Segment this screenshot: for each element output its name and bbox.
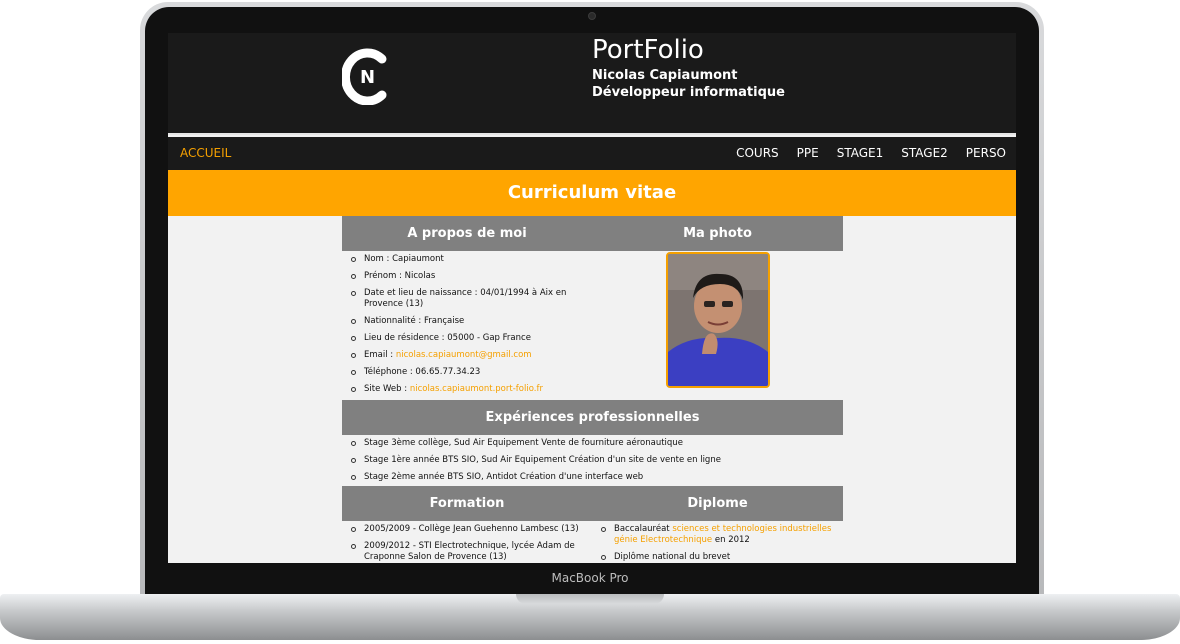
owner-name: Nicolas Capiaumont [592,68,738,83]
list-item: 2009/2012 - STI Electrotechnique, lycée … [342,541,592,563]
laptop-model-label: MacBook Pro [551,571,629,585]
nav-link-accueil[interactable]: ACCUEIL [180,146,231,160]
list-item: Date et lieu de naissance : 04/01/1994 à… [342,288,592,310]
list-item: Baccalauréat sciences et technologies in… [592,524,843,546]
site-title: PortFolio [592,35,704,65]
list-item: Lieu de résidence : 05000 - Gap France [342,333,592,344]
cv-banner-title: Curriculum vitae [168,170,1016,216]
list-item: Stage 1ère année BTS SIO, Sud Air Equipe… [342,455,843,466]
list-item: 2005/2009 - Collège Jean Guehenno Lambes… [342,524,592,535]
list-item: Stage 3ème collège, Sud Air Equipement V… [342,438,843,449]
about-heading: A propos de moi [342,216,592,251]
browser-viewport: N PortFolio Nicolas Capiaumont Développe… [168,33,1016,563]
website-link[interactable]: nicolas.capiaumont.port-folio.fr [410,384,543,394]
profile-photo [666,252,770,388]
photo-heading: Ma photo [592,216,843,251]
diplome-list: Baccalauréat sciences et technologies in… [592,524,843,563]
experience-heading: Expériences professionnelles [342,400,843,435]
about-list: Nom : Capiaumont Prénom : Nicolas Date e… [342,254,592,395]
formation-list: 2005/2009 - Collège Jean Guehenno Lambes… [342,524,592,563]
nav-link-cours[interactable]: COURS [736,146,779,160]
list-item: Diplôme national du brevet [592,552,843,563]
nav-link-perso[interactable]: PERSO [966,146,1006,160]
cv-content: A propos de moi Ma photo Nom : Capiaumon… [342,216,843,563]
diplome-heading: Diplome [592,486,843,521]
email-link[interactable]: nicolas.capiaumont@gmail.com [396,350,532,360]
experience-list: Stage 3ème collège, Sud Air Equipement V… [342,438,843,483]
laptop-opening-notch [516,594,664,604]
profile-photo-image [668,254,768,386]
webcam-icon [588,12,596,20]
main-navigation: ACCUEIL COURS PPE STAGE1 STAGE2 PERSO [168,137,1016,170]
formation-heading: Formation [342,486,592,521]
owner-job-title: Développeur informatique [592,85,785,100]
list-item: Nationnalité : Française [342,316,592,327]
list-item: Email : nicolas.capiaumont@gmail.com [342,350,592,361]
list-item: Nom : Capiaumont [342,254,592,265]
nav-links: COURS PPE STAGE1 STAGE2 PERSO [736,146,1006,160]
list-item: Téléphone : 06.65.77.34.23 [342,367,592,378]
list-item: Prénom : Nicolas [342,271,592,282]
nav-link-stage1[interactable]: STAGE1 [837,146,884,160]
list-item: Site Web : nicolas.capiaumont.port-folio… [342,384,592,395]
cn-monogram-logo-icon: N [342,48,387,105]
svg-text:N: N [360,67,375,88]
nav-link-stage2[interactable]: STAGE2 [901,146,948,160]
nav-link-ppe[interactable]: PPE [797,146,819,160]
site-header: N PortFolio Nicolas Capiaumont Développe… [168,33,1016,135]
list-item: Stage 2ème année BTS SIO, Antidot Créati… [342,472,843,483]
